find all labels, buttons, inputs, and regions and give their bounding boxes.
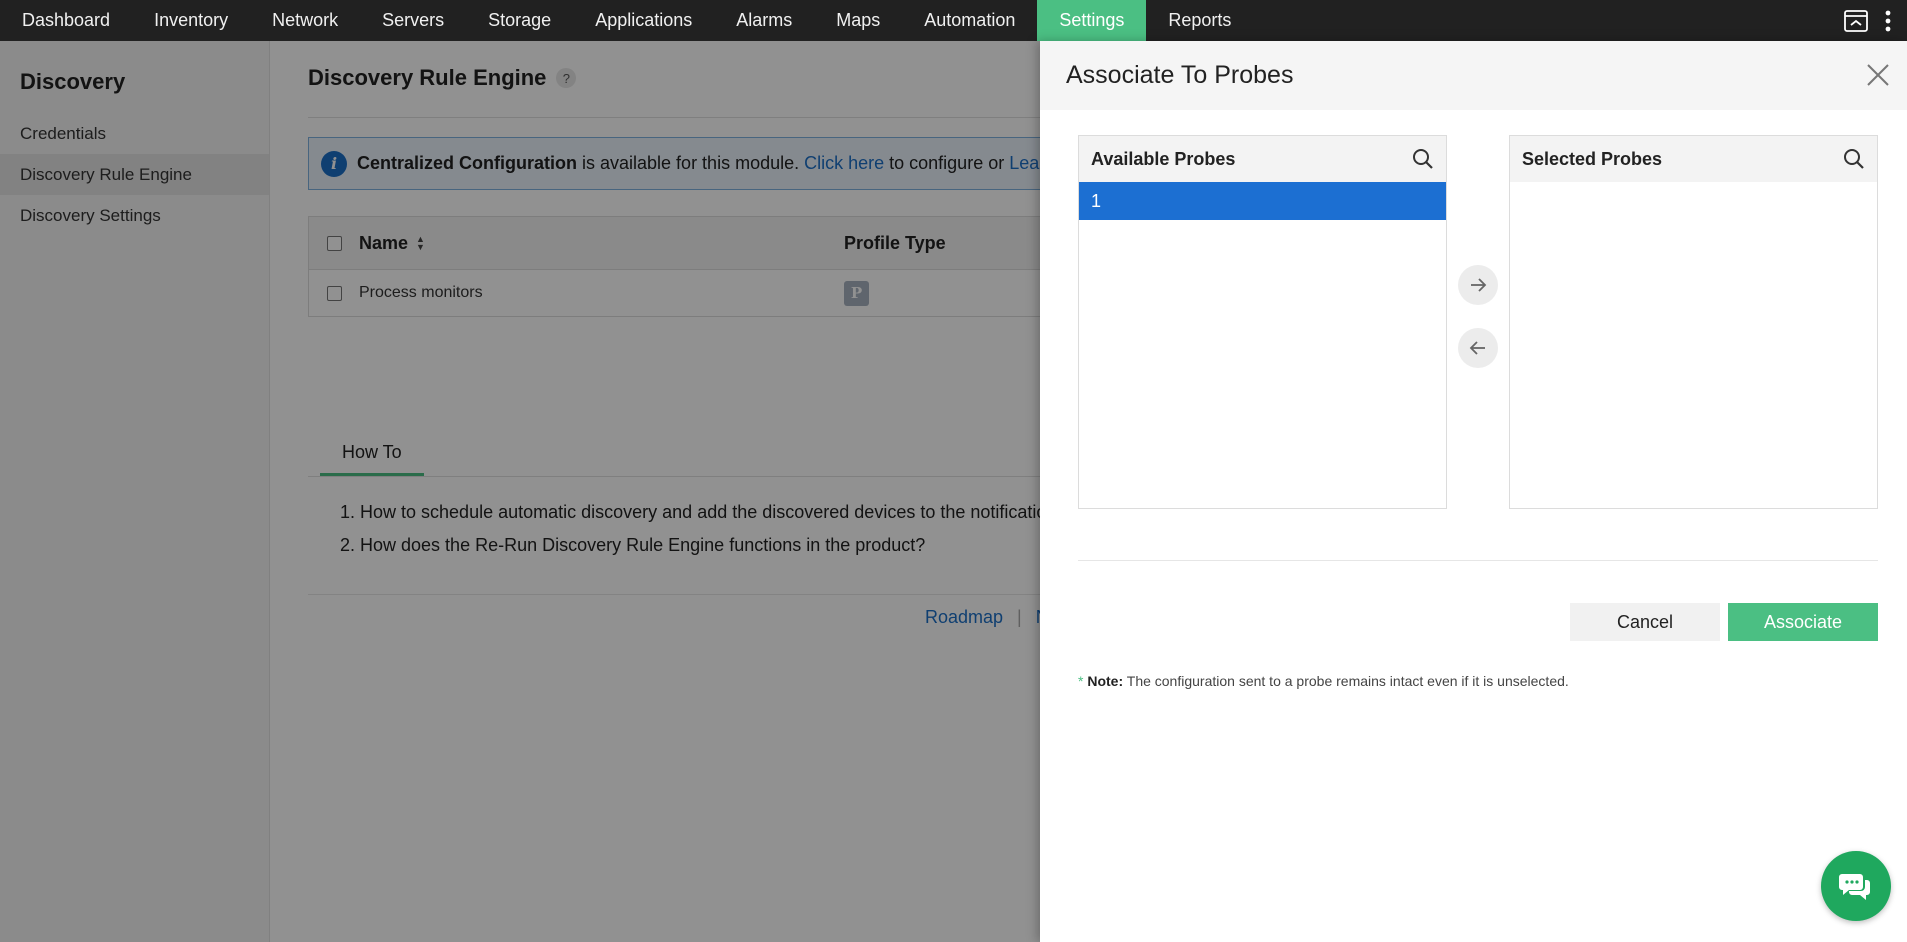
nav-settings[interactable]: Settings [1037,0,1147,41]
selected-probes-title: Selected Probes [1522,148,1663,169]
chat-button[interactable] [1821,851,1891,921]
panel-note: * Note: The configuration sent to a prob… [1078,673,1569,689]
nav-dashboard[interactable]: Dashboard [0,0,132,41]
top-navigation: Dashboard Inventory Network Servers Stor… [0,0,1907,41]
chat-icon [1839,874,1870,900]
available-probes-title: Available Probes [1091,148,1236,169]
nav-inventory[interactable]: Inventory [132,0,250,41]
modal-overlay[interactable] [0,41,1040,942]
available-probes-header: Available Probes [1079,136,1446,182]
selected-probes-list: Selected Probes [1509,135,1878,509]
kebab-menu-icon[interactable] [1875,8,1901,34]
panel-header: Associate To Probes [1040,41,1907,110]
note-star: * [1078,673,1084,689]
panel-title: Associate To Probes [1066,61,1294,89]
associate-probes-panel: Associate To Probes Available Probes 1 S… [1040,41,1907,942]
window-icon[interactable] [1843,8,1869,34]
selected-probes-header: Selected Probes [1510,136,1877,182]
probe-item[interactable]: 1 [1079,182,1446,220]
cancel-button[interactable]: Cancel [1570,603,1720,641]
nav-applications[interactable]: Applications [573,0,714,41]
note-text: The configuration sent to a probe remain… [1123,673,1569,689]
nav-alarms[interactable]: Alarms [714,0,814,41]
arrow-right-icon [1471,278,1487,292]
nav-storage[interactable]: Storage [466,0,573,41]
nav-network[interactable]: Network [250,0,360,41]
move-right-button[interactable] [1458,265,1498,305]
nav-right-tools [1843,0,1907,41]
move-left-button[interactable] [1458,328,1498,368]
close-icon[interactable] [1865,62,1891,88]
nav-maps[interactable]: Maps [814,0,902,41]
associate-button[interactable]: Associate [1728,603,1878,641]
arrow-left-icon [1469,341,1485,355]
divider [1078,560,1878,561]
nav-automation[interactable]: Automation [902,0,1037,41]
note-label: Note: [1087,673,1124,689]
search-icon[interactable] [1843,148,1865,170]
nav-servers[interactable]: Servers [360,0,466,41]
search-icon[interactable] [1412,148,1434,170]
available-probes-list: Available Probes 1 [1078,135,1447,509]
nav-reports[interactable]: Reports [1146,0,1253,41]
